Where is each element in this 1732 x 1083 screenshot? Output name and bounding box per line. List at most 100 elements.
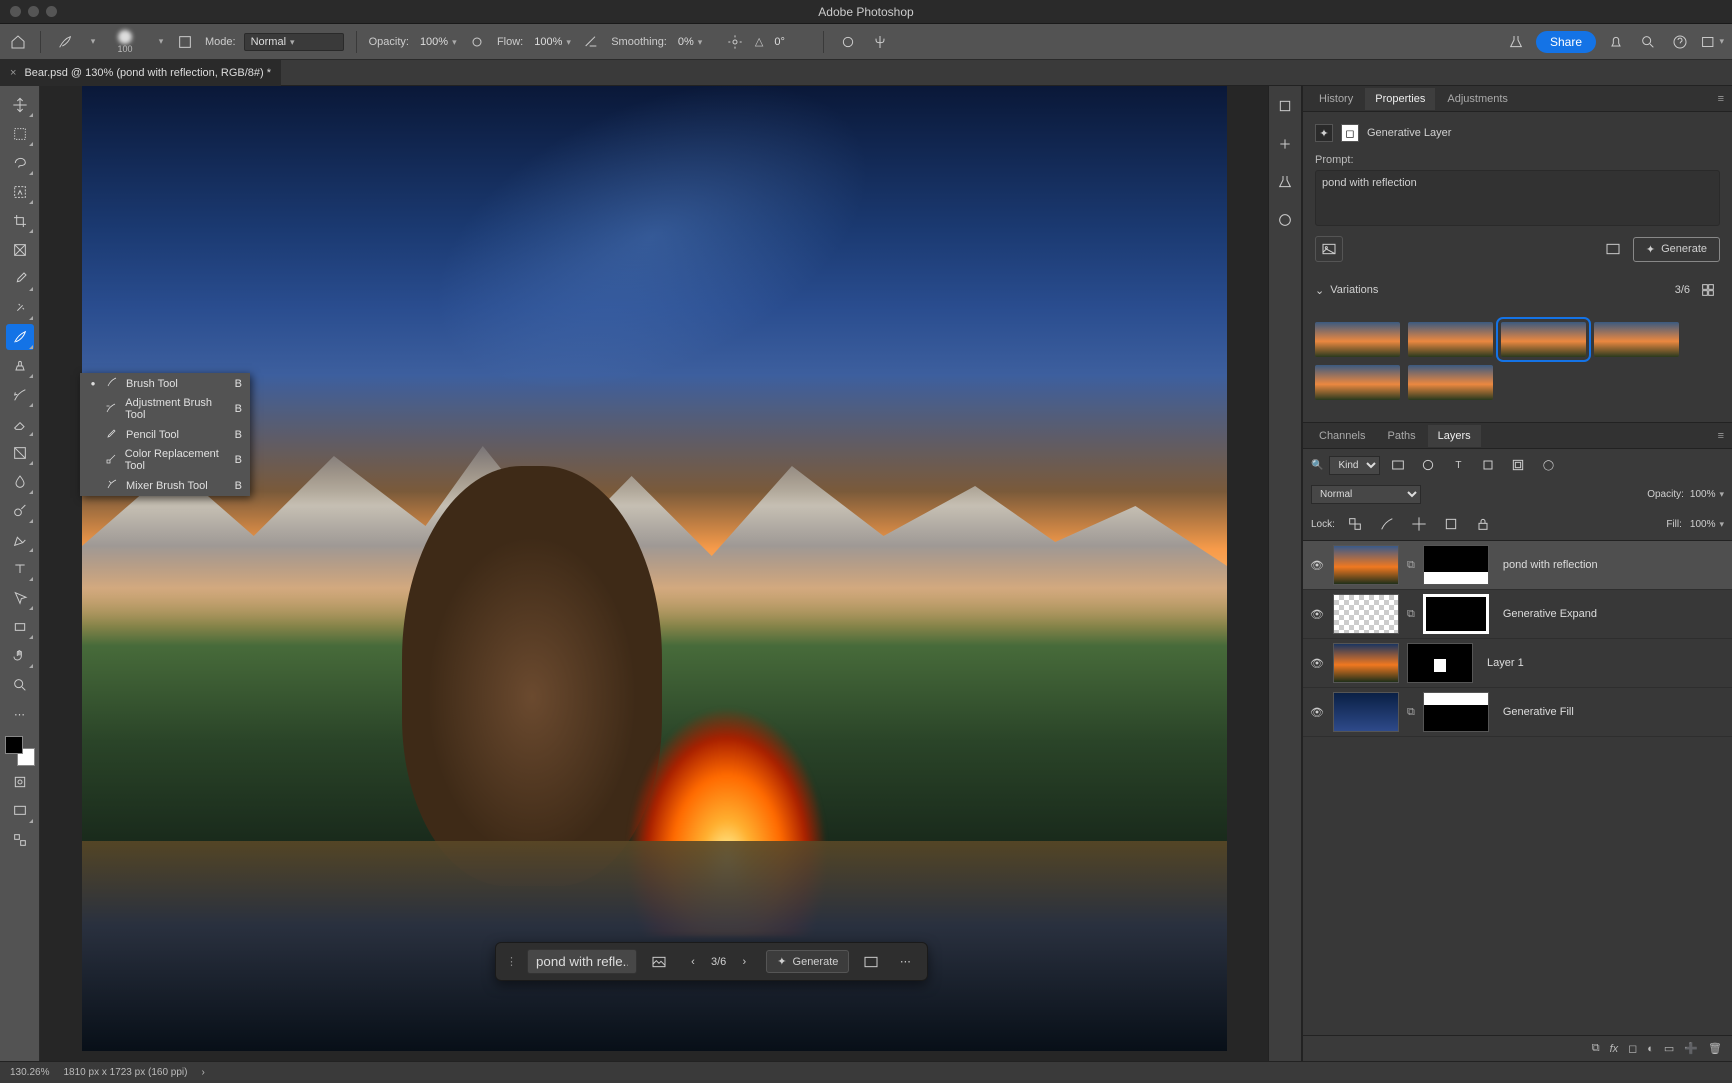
quick-mask-icon[interactable] <box>6 769 34 795</box>
layer-name[interactable]: Generative Fill <box>1497 706 1574 718</box>
brush-tool[interactable] <box>6 324 34 350</box>
beaker-icon[interactable] <box>1504 30 1528 54</box>
eraser-tool[interactable] <box>6 411 34 437</box>
flow-value[interactable]: 100% <box>531 36 571 48</box>
status-dropdown-icon[interactable]: › <box>201 1067 204 1078</box>
help-icon[interactable] <box>1668 30 1692 54</box>
hand-tool[interactable] <box>6 643 34 669</box>
flyout-item-adjustment-brush[interactable]: Adjustment Brush Tool B <box>80 394 250 424</box>
tab-adjustments[interactable]: Adjustments <box>1437 88 1518 110</box>
variation-thumbnail[interactable] <box>1408 322 1493 357</box>
foreground-color-swatch[interactable] <box>5 736 23 754</box>
lock-position-icon[interactable] <box>1407 512 1431 536</box>
search-icon[interactable] <box>1636 30 1660 54</box>
pen-tool[interactable] <box>6 527 34 553</box>
close-tab-icon[interactable]: × <box>10 67 16 79</box>
image-options-icon[interactable] <box>859 950 883 974</box>
canvas-area[interactable]: ⋮ ‹ 3/6 › ✦ Generate ⋯ ● Brush Tool B <box>40 86 1268 1061</box>
lock-image-icon[interactable] <box>1375 512 1399 536</box>
variation-thumbnail[interactable] <box>1594 322 1679 357</box>
delete-layer-icon[interactable]: 🗑 <box>1708 1042 1722 1055</box>
layer-mask-thumbnail[interactable] <box>1423 692 1489 732</box>
layer-filter-select[interactable]: Kind <box>1329 456 1380 475</box>
notifications-icon[interactable] <box>1604 30 1628 54</box>
eyedropper-tool[interactable] <box>6 266 34 292</box>
filter-search-icon[interactable]: 🔍 <box>1311 460 1323 471</box>
layer-name[interactable]: Layer 1 <box>1481 657 1524 669</box>
visibility-icon[interactable]: 👁 <box>1309 706 1325 719</box>
document-tab[interactable]: × Bear.psd @ 130% (pond with reflection,… <box>0 60 281 86</box>
fill-value[interactable]: 100% <box>1690 519 1724 530</box>
layer-thumbnail[interactable] <box>1333 545 1399 585</box>
brush-picker-dropdown[interactable] <box>153 32 165 52</box>
window-controls[interactable] <box>0 6 57 17</box>
layer-blend-mode-select[interactable]: Normal <box>1311 485 1421 504</box>
path-selection-tool[interactable] <box>6 585 34 611</box>
collapsed-panel-icon[interactable] <box>1273 94 1297 118</box>
share-button[interactable]: Share <box>1536 31 1596 53</box>
zoom-value[interactable]: 130.26% <box>10 1067 49 1078</box>
brush-preview[interactable]: 100 <box>105 30 145 54</box>
generative-prompt-input[interactable] <box>527 949 637 974</box>
link-layers-icon[interactable]: ⧉ <box>1592 1042 1600 1055</box>
lock-transparency-icon[interactable] <box>1343 512 1367 536</box>
collapsed-panel-icon[interactable] <box>1273 132 1297 156</box>
layer-style-icon[interactable]: fx <box>1610 1043 1619 1055</box>
generate-button[interactable]: ✦ Generate <box>766 950 849 973</box>
taskbar-grip-icon[interactable]: ⋮ <box>506 955 517 968</box>
maximize-window-icon[interactable] <box>46 6 57 17</box>
tab-history[interactable]: History <box>1309 88 1363 110</box>
color-swatches[interactable] <box>5 736 35 766</box>
new-layer-icon[interactable]: ➕ <box>1684 1042 1698 1055</box>
layer-mask-thumbnail[interactable] <box>1407 643 1473 683</box>
object-selection-tool[interactable] <box>6 179 34 205</box>
workspace-switcher-icon[interactable] <box>1700 30 1724 54</box>
filter-type-icon[interactable]: T <box>1446 453 1470 477</box>
flyout-item-pencil[interactable]: Pencil Tool B <box>80 424 250 445</box>
frame-tool[interactable] <box>6 237 34 263</box>
variation-thumbnail[interactable] <box>1315 322 1400 357</box>
extra-tool-icon[interactable] <box>6 827 34 853</box>
filter-toggle-icon[interactable]: ◯ <box>1536 453 1560 477</box>
layer-thumbnail[interactable] <box>1333 594 1399 634</box>
lasso-tool[interactable] <box>6 150 34 176</box>
visibility-icon[interactable]: 👁 <box>1309 657 1325 670</box>
collapsed-panel-icon[interactable] <box>1273 170 1297 194</box>
flyout-item-brush[interactable]: ● Brush Tool B <box>80 373 250 394</box>
image-reference-icon[interactable] <box>647 950 671 974</box>
prev-variation-icon[interactable]: ‹ <box>681 950 705 974</box>
filter-pixel-icon[interactable] <box>1386 453 1410 477</box>
variation-thumbnail[interactable] <box>1501 322 1586 357</box>
next-variation-icon[interactable]: › <box>732 950 756 974</box>
variation-thumbnail[interactable] <box>1315 365 1400 400</box>
add-mask-icon[interactable]: ◻ <box>1628 1042 1637 1055</box>
lock-artboard-icon[interactable] <box>1439 512 1463 536</box>
angle-value[interactable]: 0° <box>771 36 811 48</box>
panel-menu-icon[interactable]: ≡ <box>1710 426 1732 446</box>
tab-properties[interactable]: Properties <box>1365 88 1435 110</box>
edit-toolbar-icon[interactable]: ⋯ <box>6 701 34 727</box>
link-icon[interactable]: ⧉ <box>1407 608 1415 621</box>
opacity-value[interactable]: 100% <box>417 36 457 48</box>
close-window-icon[interactable] <box>10 6 21 17</box>
new-group-icon[interactable]: ▭ <box>1664 1042 1674 1055</box>
link-icon[interactable]: ⧉ <box>1407 559 1415 572</box>
layer-row[interactable]: 👁 ⧉ pond with reflection <box>1303 541 1732 590</box>
layer-mask-thumbnail[interactable] <box>1423 594 1489 634</box>
layer-thumbnail[interactable] <box>1333 692 1399 732</box>
move-tool[interactable] <box>6 92 34 118</box>
contextual-task-bar[interactable]: ⋮ ‹ 3/6 › ✦ Generate ⋯ <box>495 942 928 981</box>
clone-stamp-tool[interactable] <box>6 353 34 379</box>
new-adjustment-icon[interactable]: ◐ <box>1647 1043 1654 1055</box>
healing-brush-tool[interactable] <box>6 295 34 321</box>
layer-name[interactable]: pond with reflection <box>1497 559 1598 571</box>
layer-opacity-value[interactable]: 100% <box>1690 489 1724 500</box>
flyout-item-mixer-brush[interactable]: Mixer Brush Tool B <box>80 475 250 496</box>
visibility-icon[interactable]: 👁 <box>1309 559 1325 572</box>
zoom-tool[interactable] <box>6 672 34 698</box>
tool-preset-dropdown[interactable] <box>85 32 97 52</box>
blend-mode-select[interactable]: Normal <box>244 33 344 51</box>
screen-mode-icon[interactable] <box>6 798 34 824</box>
opacity-pressure-icon[interactable] <box>465 30 489 54</box>
variation-thumbnail[interactable] <box>1408 365 1493 400</box>
